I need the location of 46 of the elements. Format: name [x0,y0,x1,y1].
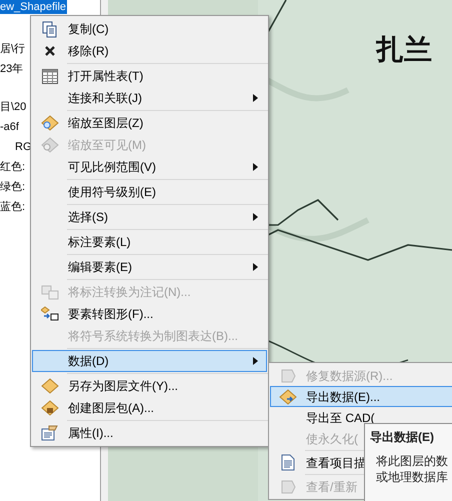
menu-item[interactable]: 移除(R) [31,40,268,62]
submenu-arrow-icon [253,357,258,365]
layer-info-text: 蓝色: [0,200,26,215]
menu-item[interactable]: 打开属性表(T) [31,62,268,87]
zoom-layer-icon [40,115,58,131]
layer-info-text: 红色: [0,160,26,175]
layer-info-text: 绿色: [0,180,26,195]
close-icon [44,45,56,57]
export-icon [278,388,296,404]
menu-item[interactable]: 使用符号级别(E) [31,178,268,203]
submenu-arrow-icon [253,213,258,221]
layer-package-icon [40,400,58,416]
submenu-arrow-icon [253,94,258,102]
submenu-arrow-icon [253,263,258,271]
document-icon [280,454,294,471]
menu-item[interactable]: 可见比例范围(V) [31,156,268,178]
table-icon [42,68,58,84]
menu-item[interactable]: 编辑要素(E) [31,253,268,278]
feature-to-graphic-icon [40,306,58,322]
label-convert-icon [40,284,58,300]
tooltip-text: 或地理数据库 [376,469,449,485]
submenu-arrow-icon [253,163,258,171]
layer-file-icon [40,378,58,394]
layer-info-text: 23年 [0,62,24,77]
tooltip-title: 导出数据(E) [370,429,435,445]
menu-item[interactable]: 要素转图形(F)... [31,303,268,325]
layer-info-text: RG [15,140,32,155]
menu-item[interactable]: 属性(I)... [31,419,268,444]
copy-icon [42,20,58,38]
zoom-visible-icon [40,137,58,153]
tooltip-text: 将此图层的数 [376,453,449,469]
menu-item[interactable]: 缩放至图层(Z) [31,109,268,134]
menu-item[interactable]: 创建图层包(A)... [31,397,268,419]
menu-item[interactable]: 复制(C) [31,18,268,40]
menu-item[interactable]: 连接和关联(J) [31,87,268,109]
map-label: 扎兰 [376,33,432,67]
layer-info-text: -a6f [0,120,19,135]
properties-icon [40,425,58,441]
menu-item[interactable]: 选择(S) [31,203,268,228]
menu-item[interactable]: 另存为图层文件(Y)... [31,372,268,397]
layer-info-text: 居\行 [0,42,26,57]
menu-item[interactable]: 导出数据(E)... [269,386,452,407]
layer-info-text: 目\20 [0,100,26,115]
menu-item[interactable]: 数据(D) [31,347,268,372]
menu-item[interactable]: 标注要素(L) [31,228,268,253]
layer-name[interactable]: ew_Shapefile [0,0,68,14]
